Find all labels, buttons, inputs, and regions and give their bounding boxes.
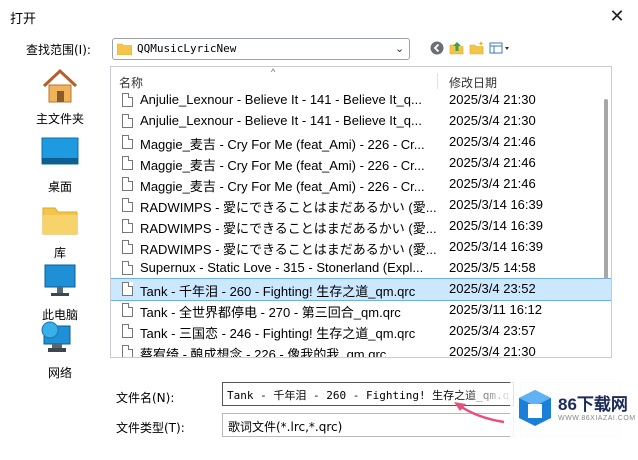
column-header-name[interactable]: 名称 bbox=[119, 74, 143, 91]
file-date: 2025/3/4 21:30 bbox=[449, 113, 536, 128]
file-icon bbox=[122, 240, 133, 254]
desktop-icon bbox=[41, 137, 79, 165]
file-row[interactable]: Maggie_麦吉 - Cry For Me (feat_Ami) - 226 … bbox=[111, 132, 611, 153]
file-date: 2025/3/5 14:58 bbox=[449, 260, 536, 275]
file-name: Maggie_麦吉 - Cry For Me (feat_Ami) - 226 … bbox=[140, 179, 425, 194]
title-bar: 打开 ✕ bbox=[0, 0, 638, 32]
place-desktop[interactable]: 桌面 bbox=[20, 134, 100, 196]
close-icon: ✕ bbox=[609, 6, 625, 26]
file-name: Tank - 三国恋 - 246 - Fighting! 生存之道_qm.qrc bbox=[140, 326, 416, 341]
file-date: 2025/3/4 21:46 bbox=[449, 176, 536, 191]
file-date: 2025/3/4 23:57 bbox=[449, 323, 536, 338]
file-name: Tank - 千年泪 - 260 - Fighting! 生存之道_qm.qrc bbox=[140, 284, 416, 299]
file-row[interactable]: Supernux - Static Love - 315 - Stonerlan… bbox=[111, 258, 611, 279]
vertical-scrollbar[interactable] bbox=[603, 95, 610, 357]
network-icon bbox=[41, 321, 71, 352]
place-label: 网络 bbox=[47, 366, 72, 380]
column-divider[interactable] bbox=[437, 73, 438, 89]
watermark: 86下载网 WWW.86XIAZAI.COM bbox=[510, 380, 638, 440]
file-date: 2025/3/4 23:52 bbox=[449, 281, 536, 296]
file-icon bbox=[122, 345, 133, 357]
file-row[interactable]: Tank - 三国恋 - 246 - Fighting! 生存之道_qm.qrc… bbox=[111, 321, 611, 342]
file-date: 2025/3/14 16:39 bbox=[449, 239, 543, 254]
file-date: 2025/3/11 16:12 bbox=[449, 302, 543, 317]
place-network[interactable]: 网络 bbox=[20, 320, 100, 382]
computer-icon bbox=[44, 264, 76, 296]
file-name: Tank - 全世界都停电 - 270 - 第三回合_qm.qrc bbox=[140, 305, 401, 320]
file-name: RADWIMPS - 愛にできることはまだあるかい (愛... bbox=[140, 221, 437, 236]
lookin-label: 查找范围(I): bbox=[26, 43, 91, 57]
file-icon bbox=[122, 198, 133, 212]
folder-icon bbox=[117, 43, 132, 55]
file-icon bbox=[122, 177, 133, 191]
file-row[interactable]: Maggie_麦吉 - Cry For Me (feat_Ami) - 226 … bbox=[111, 153, 611, 174]
file-row[interactable]: Anjulie_Lexnour - Believe It - 141 - Bel… bbox=[111, 90, 611, 111]
scrollbar-thumb[interactable] bbox=[604, 99, 608, 279]
filetype-label: 文件类型(T): bbox=[116, 421, 185, 435]
file-row[interactable]: Maggie_麦吉 - Cry For Me (feat_Ami) - 226 … bbox=[111, 174, 611, 195]
file-icon bbox=[122, 93, 133, 107]
file-row[interactable]: RADWIMPS - 愛にできることはまだあるかい (愛... 2025/3/14… bbox=[111, 237, 611, 258]
chevron-down-icon[interactable]: ⌄ bbox=[395, 42, 404, 55]
file-date: 2025/3/14 16:39 bbox=[449, 218, 543, 233]
sort-ascending-icon: ^ bbox=[271, 67, 276, 77]
home-icon bbox=[42, 68, 78, 103]
file-icon bbox=[122, 219, 133, 233]
annotation-arrow-icon bbox=[454, 402, 505, 424]
file-row[interactable]: Tank - 全世界都停电 - 270 - 第三回合_qm.qrc 2025/3/… bbox=[111, 300, 611, 321]
file-date: 2025/3/4 21:30 bbox=[449, 92, 536, 107]
column-header-date[interactable]: 修改日期 bbox=[449, 74, 497, 91]
window-title: 打开 bbox=[10, 11, 37, 26]
close-button[interactable]: ✕ bbox=[606, 5, 628, 27]
file-date: 2025/3/4 21:30 bbox=[449, 344, 536, 358]
file-name: Anjulie_Lexnour - Believe It - 141 - Bel… bbox=[140, 113, 422, 128]
place-home[interactable]: 主文件夹 bbox=[20, 66, 100, 128]
file-icon bbox=[122, 282, 133, 296]
file-icon bbox=[122, 261, 133, 275]
file-icon bbox=[122, 303, 133, 317]
file-name: RADWIMPS - 愛にできることはまだあるかい (愛... bbox=[140, 242, 437, 257]
file-row[interactable]: RADWIMPS - 愛にできることはまだあるかい (愛... 2025/3/14… bbox=[111, 216, 611, 237]
place-label: 桌面 bbox=[47, 180, 72, 194]
place-label: 库 bbox=[53, 246, 66, 260]
back-icon[interactable] bbox=[428, 39, 446, 57]
file-name: Maggie_麦吉 - Cry For Me (feat_Ami) - 226 … bbox=[140, 137, 425, 152]
file-row[interactable]: 蔡宥绮 - 酿成想念 - 226 - 像我的我_qm.qrc 2025/3/4 2… bbox=[111, 342, 611, 358]
file-name: RADWIMPS - 愛にできることはまだあるかい (愛... bbox=[140, 200, 437, 215]
file-date: 2025/3/4 21:46 bbox=[449, 155, 536, 170]
filename-label: 文件名(N): bbox=[116, 391, 175, 405]
file-name: Supernux - Static Love - 315 - Stonerlan… bbox=[140, 260, 424, 275]
watermark-logo-icon bbox=[519, 390, 551, 426]
place-computer[interactable]: 此电脑 bbox=[20, 262, 100, 324]
new-folder-icon[interactable] bbox=[468, 39, 486, 57]
file-icon bbox=[122, 135, 133, 149]
file-row[interactable]: RADWIMPS - 愛にできることはまだあるかい (愛... 2025/3/14… bbox=[111, 195, 611, 216]
file-icon bbox=[122, 324, 133, 338]
lookin-combobox[interactable]: QQMusicLyricNew ⌄ bbox=[112, 38, 410, 60]
watermark-subtext: WWW.86XIAZAI.COM bbox=[558, 415, 636, 422]
place-library[interactable]: 库 bbox=[20, 200, 100, 262]
place-label: 主文件夹 bbox=[35, 112, 84, 126]
file-date: 2025/3/4 21:46 bbox=[449, 134, 536, 149]
lookin-value: QQMusicLyricNew bbox=[137, 42, 237, 55]
library-icon bbox=[42, 207, 78, 235]
watermark-text: 86下载网 bbox=[558, 395, 628, 414]
file-icon bbox=[122, 156, 133, 170]
filetype-value: 歌词文件(*.lrc,*.qrc) bbox=[228, 420, 343, 434]
file-name: Maggie_麦吉 - Cry For Me (feat_Ami) - 226 … bbox=[140, 158, 425, 173]
places-sidebar: 主文件夹 桌面 库 此电脑 网络 bbox=[20, 66, 100, 380]
view-menu-icon[interactable] bbox=[488, 39, 514, 57]
file-list[interactable]: ^ 名称 修改日期 Anjulie_Lexnour - Believe It -… bbox=[110, 66, 612, 358]
file-row[interactable]: Anjulie_Lexnour - Believe It - 141 - Bel… bbox=[111, 111, 611, 132]
up-folder-icon[interactable] bbox=[448, 39, 466, 57]
file-name: Anjulie_Lexnour - Believe It - 141 - Bel… bbox=[140, 92, 422, 107]
file-name: 蔡宥绮 - 酿成想念 - 226 - 像我的我_qm.qrc bbox=[140, 347, 387, 358]
file-icon bbox=[122, 114, 133, 128]
file-row[interactable]: Tank - 千年泪 - 260 - Fighting! 生存之道_qm.qrc… bbox=[111, 278, 611, 301]
file-date: 2025/3/14 16:39 bbox=[449, 197, 543, 212]
